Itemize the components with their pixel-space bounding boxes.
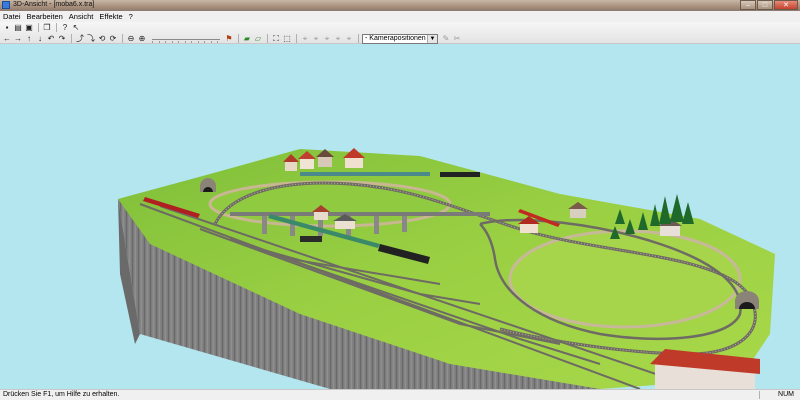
zoom-slider-tick bbox=[152, 41, 153, 43]
print-icon[interactable]: ▤ bbox=[13, 23, 23, 33]
zoom-slider-tick bbox=[217, 41, 218, 43]
arrow-up-icon[interactable]: ↑ bbox=[24, 34, 34, 44]
camera-delete-icon[interactable]: ✂ bbox=[452, 34, 462, 44]
plateau-area bbox=[508, 229, 742, 329]
toolbar-separator bbox=[358, 34, 359, 43]
status-bar: Drücken Sie F1, um Hilfe zu erhalten. NU… bbox=[0, 389, 800, 400]
zoom-slider-tick bbox=[197, 41, 199, 43]
zoom-slider-tick bbox=[178, 41, 179, 43]
zoom-slider-tick bbox=[204, 41, 205, 43]
rotate-right-icon[interactable]: ↷ bbox=[57, 34, 67, 44]
toolbar-row-view: ← → ↑ ↓ ↶ ↷ ⤴ ⤵ ⟲ ⟳ ⊖ ⊕ ⚑ ▰ ▱ ⛶ ⬚ ⌖ ⌖ ⌖ … bbox=[2, 33, 463, 44]
toolbar-separator bbox=[238, 34, 239, 43]
zoom-slider-tick bbox=[210, 41, 212, 43]
zoom-out-icon[interactable]: ⊖ bbox=[126, 34, 136, 44]
menu-effekte[interactable]: Effekte bbox=[96, 11, 125, 22]
zoom-slider-tick bbox=[158, 41, 160, 43]
locomotive-icon[interactable]: ▰ bbox=[242, 34, 252, 44]
zoom-slider-rail bbox=[152, 39, 220, 40]
fullscreen-icon[interactable]: ⬚ bbox=[282, 34, 292, 44]
num-lock-indicator: NUM bbox=[778, 391, 794, 398]
camera-5-icon[interactable]: ⌖ bbox=[344, 34, 354, 44]
menu-datei[interactable]: Datei bbox=[0, 11, 24, 22]
status-message: Drücken Sie F1, um Hilfe zu erhalten. bbox=[3, 391, 120, 398]
zoom-in-icon[interactable]: ⊕ bbox=[137, 34, 147, 44]
zoom-slider-tick bbox=[191, 41, 192, 43]
menu-ansicht[interactable]: Ansicht bbox=[66, 11, 97, 22]
camera-2-icon[interactable]: ⌖ bbox=[311, 34, 321, 44]
camera-add-icon[interactable]: ✎ bbox=[441, 34, 451, 44]
app-icon bbox=[2, 1, 10, 9]
toolbar-separator bbox=[71, 34, 72, 43]
upper-village-area bbox=[208, 180, 452, 228]
camera-position-select[interactable]: - Kamerapositionen ▼ bbox=[362, 33, 438, 44]
orbit-left-icon[interactable]: ⟲ bbox=[97, 34, 107, 44]
help-icon[interactable]: ? bbox=[60, 23, 70, 33]
copy-icon[interactable]: ❐ bbox=[42, 23, 52, 33]
print-preview-icon[interactable]: ▣ bbox=[24, 23, 34, 33]
window-controls: – □ ✕ bbox=[739, 0, 798, 11]
camera-3-icon[interactable]: ⌖ bbox=[322, 34, 332, 44]
save-icon[interactable]: ▪ bbox=[2, 23, 12, 33]
3d-viewport[interactable] bbox=[0, 44, 800, 389]
minimize-button[interactable]: – bbox=[740, 0, 756, 10]
menu-help[interactable]: ? bbox=[126, 11, 136, 22]
toolbar-separator bbox=[267, 34, 268, 43]
orbit-right-icon[interactable]: ⟳ bbox=[108, 34, 118, 44]
tilt-down-icon[interactable]: ⤵ bbox=[86, 34, 96, 44]
window-title: 3D-Ansicht - [moba6.x.tra] bbox=[13, 1, 95, 8]
tilt-up-icon[interactable]: ⤴ bbox=[75, 34, 85, 44]
zoom-slider-tick bbox=[165, 41, 166, 43]
chevron-down-icon[interactable]: ▼ bbox=[427, 34, 437, 43]
train-icon[interactable]: ⚑ bbox=[224, 34, 234, 44]
arrow-right-icon[interactable]: → bbox=[13, 34, 23, 44]
rotate-left-icon[interactable]: ↶ bbox=[46, 34, 56, 44]
arrow-down-icon[interactable]: ↓ bbox=[35, 34, 45, 44]
fit-view-icon[interactable]: ⛶ bbox=[271, 34, 281, 44]
zoom-slider-tick bbox=[184, 41, 186, 43]
camera-1-icon[interactable]: ⌖ bbox=[300, 34, 310, 44]
context-help-icon[interactable]: ↖ bbox=[71, 23, 81, 33]
camera-4-icon[interactable]: ⌖ bbox=[333, 34, 343, 44]
status-divider bbox=[759, 391, 760, 399]
title-bar: 3D-Ansicht - [moba6.x.tra] – □ ✕ bbox=[0, 0, 800, 11]
wagon-icon[interactable]: ▱ bbox=[253, 34, 263, 44]
menu-bar: Datei Bearbeiten Ansicht Effekte ? bbox=[0, 11, 800, 22]
zoom-slider-tick bbox=[171, 41, 173, 43]
camera-position-value: - Kamerapositionen bbox=[365, 34, 426, 42]
toolbar-row-file: ▪ ▤ ▣ ❐ ? ↖ bbox=[2, 22, 82, 33]
toolbar-separator bbox=[122, 34, 123, 43]
layout-render bbox=[118, 148, 775, 389]
toolbar-separator bbox=[56, 23, 57, 32]
arrow-left-icon[interactable]: ← bbox=[2, 34, 12, 44]
maximize-button[interactable]: □ bbox=[757, 0, 773, 10]
menu-bearbeiten[interactable]: Bearbeiten bbox=[24, 11, 66, 22]
zoom-slider[interactable] bbox=[152, 34, 220, 43]
toolbar-separator bbox=[38, 23, 39, 32]
close-button[interactable]: ✕ bbox=[774, 0, 798, 10]
toolbar-separator bbox=[296, 34, 297, 43]
toolbar: ▪ ▤ ▣ ❐ ? ↖ ← → ↑ ↓ ↶ ↷ ⤴ ⤵ ⟲ ⟳ ⊖ ⊕ ⚑ ▰ … bbox=[0, 22, 800, 44]
